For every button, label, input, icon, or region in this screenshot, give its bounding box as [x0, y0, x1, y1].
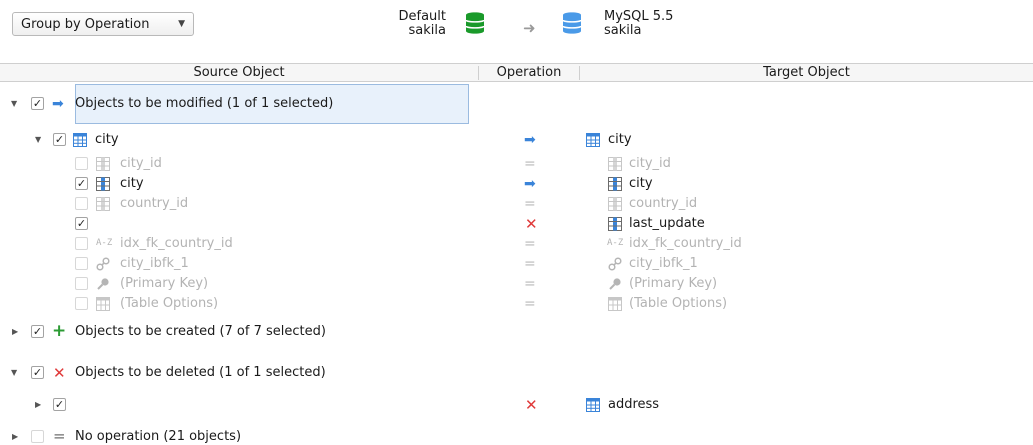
expand-triangle-icon[interactable]: ▼	[11, 368, 17, 378]
column-checkbox[interactable]	[75, 277, 88, 290]
source-db-schema: sakila	[408, 23, 446, 38]
column-checkbox[interactable]: ✓	[75, 217, 88, 230]
modify-arrow-icon: ➡	[52, 96, 64, 112]
table-icon	[73, 133, 87, 147]
target-db-label: MySQL 5.5 sakila	[604, 10, 724, 38]
delete-x-icon: ✕	[525, 396, 538, 414]
equals-icon: =	[524, 276, 536, 292]
column-source-name: idx_fk_country_id	[120, 236, 233, 251]
header-target-object[interactable]: Target Object	[580, 64, 1033, 81]
expand-triangle-icon[interactable]: ▼	[11, 99, 17, 109]
table-address-checkbox[interactable]: ✓	[53, 398, 66, 411]
chevron-down-icon: ▼	[178, 19, 185, 29]
column-checkbox[interactable]	[75, 197, 88, 210]
column-target-name: (Table Options)	[629, 296, 728, 311]
group-deleted-label[interactable]: Objects to be deleted (1 of 1 selected)	[75, 365, 326, 381]
column-target-name: city	[629, 176, 653, 191]
source-database-icon	[465, 11, 485, 35]
equals-icon: =	[524, 296, 536, 312]
table-city-source[interactable]: city	[95, 132, 119, 148]
table-options-icon	[96, 297, 110, 311]
column-checkbox[interactable]	[75, 297, 88, 310]
column-checkbox[interactable]: ✓	[75, 177, 88, 190]
delete-x-icon: ✕	[53, 364, 66, 382]
equals-icon: =	[524, 256, 536, 272]
foreign-key-link-icon	[96, 257, 110, 271]
column-target-name: (Primary Key)	[629, 276, 718, 291]
equals-icon: =	[53, 427, 66, 445]
key-icon	[608, 277, 622, 291]
table-city-checkbox[interactable]: ✓	[53, 133, 66, 146]
column-icon	[608, 177, 622, 191]
table-address-target[interactable]: address	[608, 397, 659, 413]
column-checkbox[interactable]	[75, 237, 88, 250]
collapsed-triangle-icon[interactable]: ▶	[35, 400, 41, 410]
group-noop-checkbox[interactable]	[31, 430, 44, 443]
create-plus-icon: +	[52, 321, 67, 341]
foreign-key-link-icon	[608, 257, 622, 271]
column-icon	[96, 197, 110, 211]
group-modified-checkbox[interactable]: ✓	[31, 97, 44, 110]
table-header: Source Object Operation Target Object	[0, 63, 1033, 82]
column-source-name: city	[120, 176, 144, 191]
equals-icon: =	[524, 156, 536, 172]
delete-x-icon: ✕	[525, 215, 538, 233]
column-icon	[608, 197, 622, 211]
table-options-icon	[608, 297, 622, 311]
target-db-schema: sakila	[604, 23, 642, 38]
column-target-name: idx_fk_country_id	[629, 236, 742, 251]
column-source-name: (Table Options)	[120, 296, 219, 311]
column-source-name: city_id	[120, 156, 162, 171]
equals-icon: =	[524, 196, 536, 212]
modify-arrow-icon: ➡	[524, 132, 536, 148]
sync-arrow-icon: ➜	[523, 19, 536, 37]
target-database-icon	[562, 11, 582, 35]
table-icon	[586, 133, 600, 147]
group-noop-label[interactable]: No operation (21 objects)	[75, 429, 241, 445]
column-target-name: last_update	[629, 216, 705, 231]
expand-triangle-icon[interactable]: ▼	[35, 135, 41, 145]
group-modified-label[interactable]: Objects to be modified (1 of 1 selected)	[75, 96, 333, 112]
group-by-label: Group by Operation	[21, 16, 150, 32]
table-icon	[586, 398, 600, 412]
collapsed-triangle-icon[interactable]: ▶	[12, 327, 18, 337]
source-db-label: Default sakila	[360, 9, 447, 38]
group-created-label[interactable]: Objects to be created (7 of 7 selected)	[75, 324, 326, 340]
column-icon	[96, 177, 110, 191]
table-city-target[interactable]: city	[608, 132, 632, 148]
column-icon	[96, 157, 110, 171]
column-target-name: city_id	[629, 156, 671, 171]
source-db-name: Default	[398, 9, 447, 24]
column-source-name: city_ibfk_1	[120, 256, 189, 271]
collapsed-triangle-icon[interactable]: ▶	[12, 432, 18, 442]
target-db-name: MySQL 5.5	[604, 9, 674, 24]
column-icon	[608, 217, 622, 231]
group-deleted-checkbox[interactable]: ✓	[31, 366, 44, 379]
column-checkbox[interactable]	[75, 157, 88, 170]
index-icon: A-Z	[607, 238, 624, 248]
column-checkbox[interactable]	[75, 257, 88, 270]
header-source-object[interactable]: Source Object	[0, 64, 478, 81]
group-created-checkbox[interactable]: ✓	[31, 325, 44, 338]
equals-icon: =	[524, 236, 536, 252]
key-icon	[96, 277, 110, 291]
column-source-name: (Primary Key)	[120, 276, 209, 291]
header-operation[interactable]: Operation	[479, 64, 579, 81]
column-target-name: city_ibfk_1	[629, 256, 698, 271]
column-icon	[608, 157, 622, 171]
modify-arrow-icon: ➡	[524, 176, 536, 192]
group-by-dropdown[interactable]: Group by Operation ▼	[12, 12, 194, 36]
column-source-name: country_id	[120, 196, 189, 211]
column-target-name: country_id	[629, 196, 698, 211]
index-icon: A-Z	[96, 238, 113, 248]
